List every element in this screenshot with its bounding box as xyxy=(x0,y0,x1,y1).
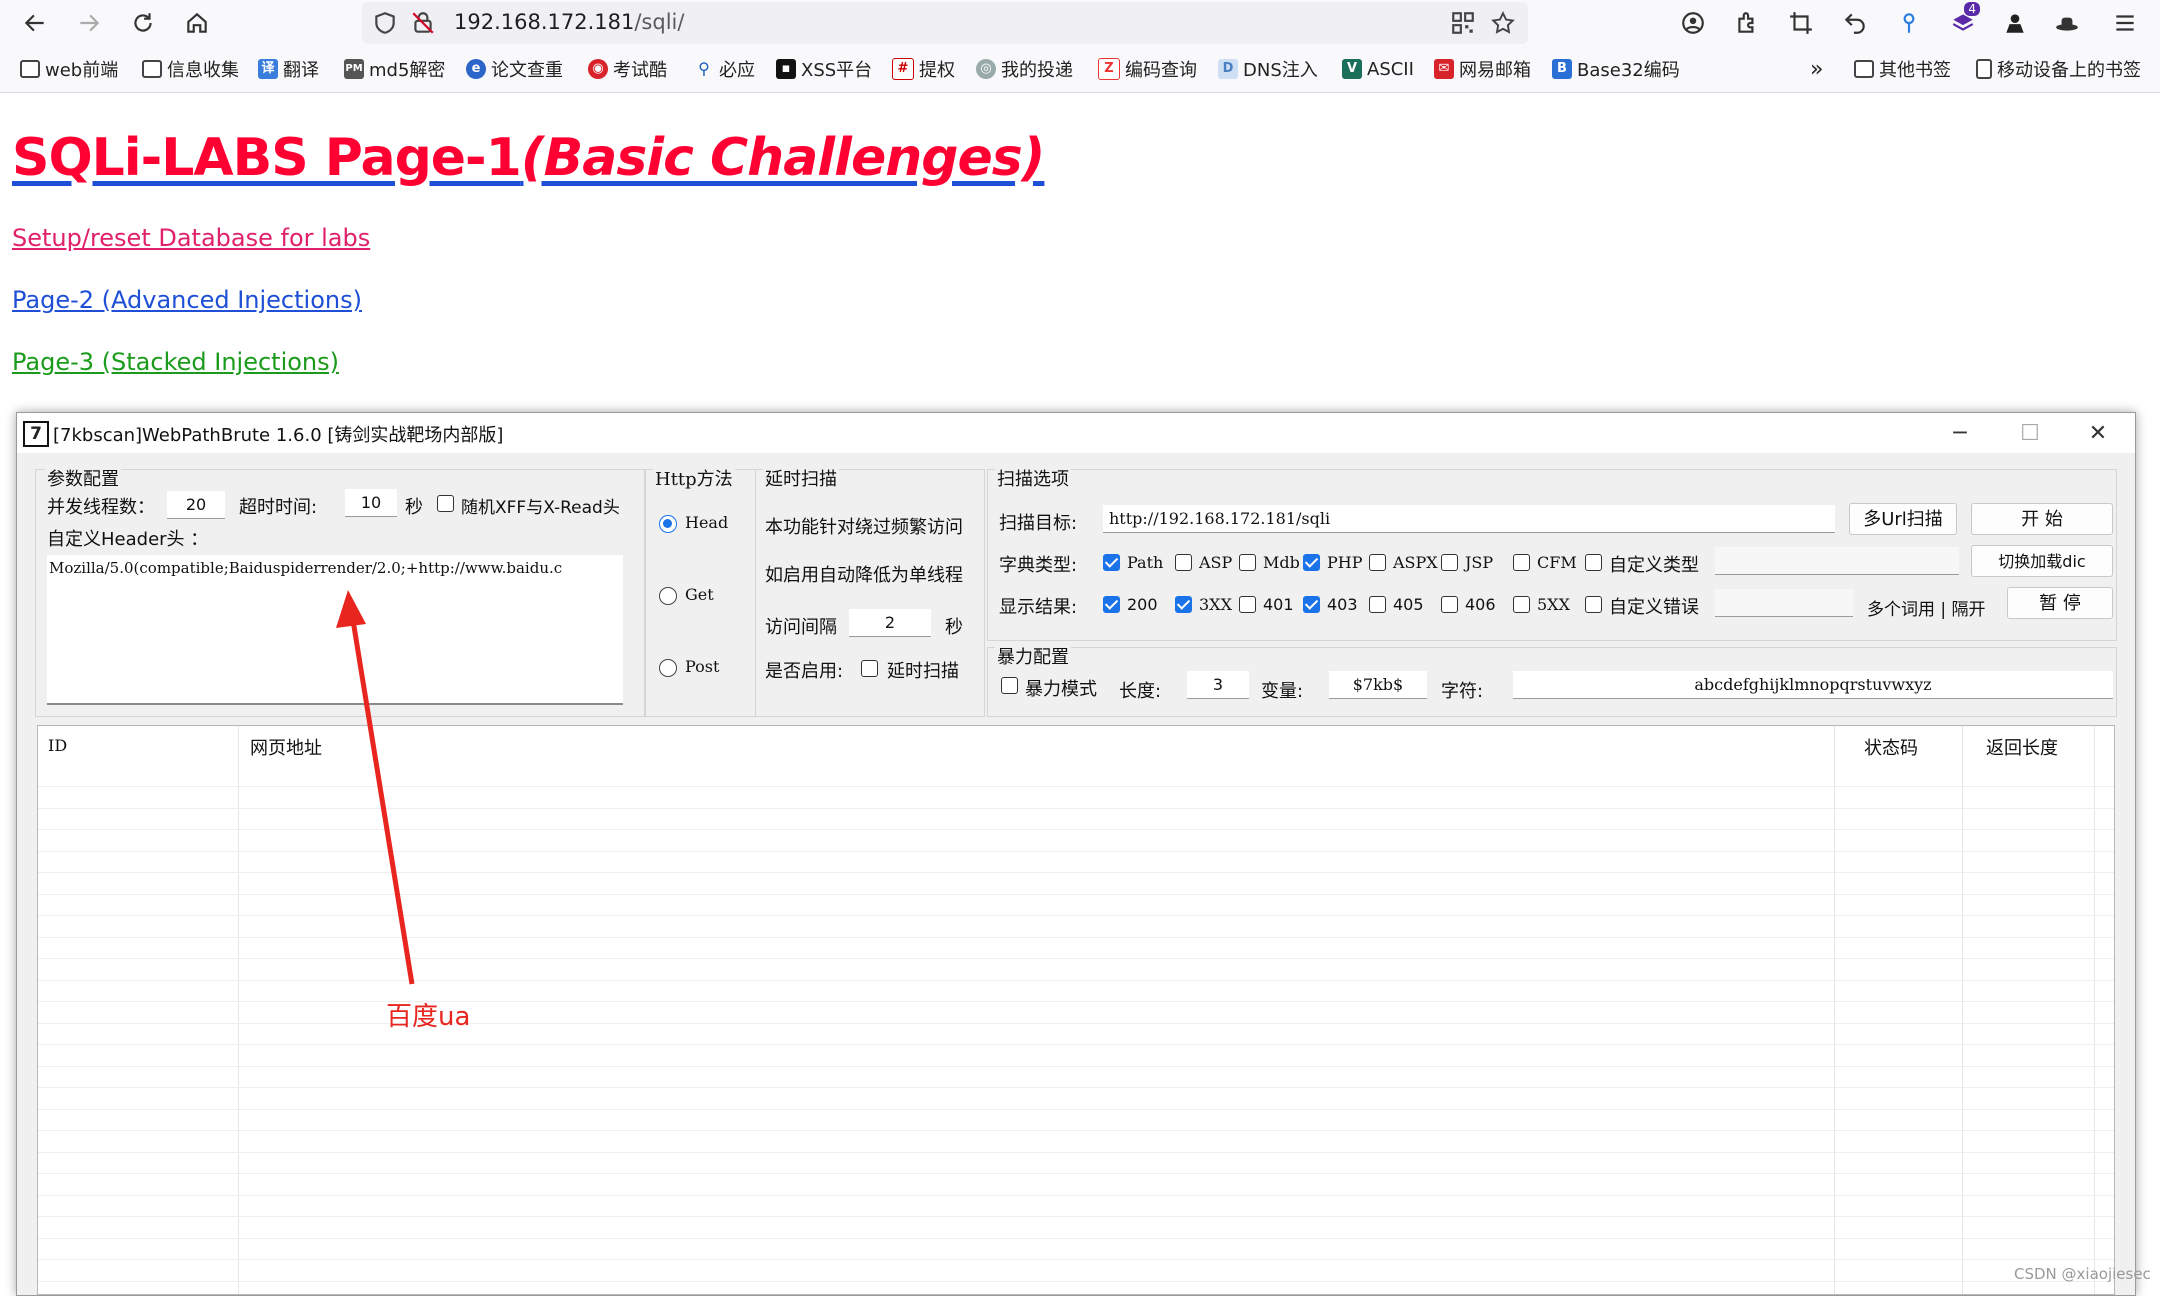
annotation-arrow-line xyxy=(349,613,415,985)
watermark: CSDN @xiaojiesec xyxy=(2014,1265,2151,1283)
annotation-label: 百度ua xyxy=(386,1002,471,1032)
annotation-arrow-head xyxy=(336,590,366,628)
annotation-layer xyxy=(336,590,415,985)
